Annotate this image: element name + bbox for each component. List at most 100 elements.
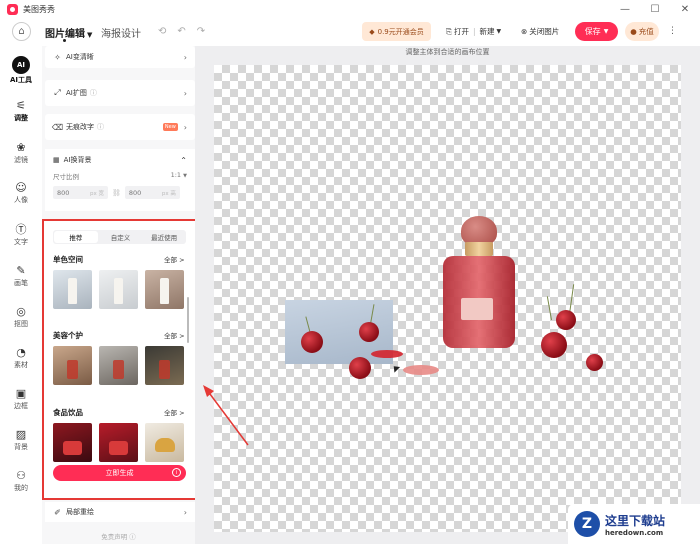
category-title: 食品饮品 <box>53 408 83 417</box>
tab-recent[interactable]: 最近使用 <box>142 230 186 244</box>
ai-clarity-card[interactable]: ✧ AI变清晰 › <box>45 46 195 68</box>
template-thumb[interactable] <box>99 423 138 462</box>
recharge-button[interactable]: ● 充值 <box>625 22 659 41</box>
border-icon: ▣ <box>15 386 27 400</box>
left-panel: ✧ AI变清晰 › ⤢ AI扩图 ⓘ › ⌫ 无痕改字 ⓘ New › ▦ AI… <box>42 46 197 544</box>
rail-item-text[interactable]: Ⓣ 文字 <box>0 222 42 247</box>
home-button[interactable]: ⌂ <box>12 22 31 41</box>
redo-icon[interactable]: ↷ <box>197 26 205 37</box>
rail-item-mine[interactable]: ⚇ 我的 <box>0 468 42 493</box>
canvas-area: 调整主体到合适的画布位置 <box>195 46 700 544</box>
help-icon: ⓘ <box>129 533 136 541</box>
template-thumb[interactable] <box>53 346 92 385</box>
open-file-icon: ⎘ <box>446 26 452 36</box>
close-image-button[interactable]: ⊗ 关闭图片 <box>521 26 559 37</box>
coin-icon: ● <box>630 27 637 36</box>
perfume-label <box>461 298 493 320</box>
vip-label: 0.9元开通会员 <box>377 27 424 36</box>
cherry-image <box>301 331 323 353</box>
size-ratio-value: 1:1 <box>170 171 182 179</box>
cherry-image <box>541 332 567 358</box>
home-icon: ⌂ <box>18 26 25 37</box>
tab-poster-design[interactable]: 海报设计 <box>101 25 141 40</box>
thumb-row <box>53 346 184 385</box>
close-image-label: 关闭图片 <box>529 27 560 36</box>
ai-expand-card[interactable]: ⤢ AI扩图 ⓘ › <box>45 80 195 106</box>
help-icon[interactable]: ⓘ <box>90 88 97 98</box>
template-thumb[interactable] <box>99 270 138 309</box>
filter-icon: ❀ <box>16 140 26 154</box>
remove-text-card[interactable]: ⌫ 无痕改字 ⓘ New › <box>45 114 195 140</box>
ai-clarity-label: AI变清晰 <box>66 53 94 61</box>
history-icon[interactable]: ⟲ <box>158 26 166 37</box>
save-button[interactable]: 保存 ▼ <box>575 22 618 41</box>
tab-custom[interactable]: 自定义 <box>99 230 143 244</box>
category-all-link[interactable]: 全部 > <box>164 254 185 264</box>
rail-item-background[interactable]: ▨ 背景 <box>0 427 42 452</box>
local-redraw-label: 局部重绘 <box>66 508 94 516</box>
maximize-button[interactable]: ☐ <box>640 0 670 18</box>
ai-background-header[interactable]: ▦ AI换背景 ⌃ <box>45 149 195 171</box>
template-thumb[interactable] <box>145 423 184 462</box>
canvas-hint: 调整主体到合适的画布位置 <box>405 48 490 56</box>
rail-item-filter[interactable]: ❀ 滤镜 <box>0 140 42 165</box>
height-input[interactable]: 800 px 高 <box>124 186 180 199</box>
new-label[interactable]: 新建 <box>480 26 495 37</box>
close-button[interactable]: ✕ <box>670 0 700 18</box>
rail-item-border[interactable]: ▣ 边框 <box>0 386 42 411</box>
top-toolbar: ⌂ 图片编辑 ▼ 海报设计 ⟲ ↶ ↷ ◆ 0.9元开通会员 ⎘ 打开 | 新建 … <box>0 18 700 46</box>
size-ratio-row[interactable]: 尺寸比例 1:1 ▼ <box>45 171 195 181</box>
more-icon[interactable]: ⋮ <box>668 26 677 36</box>
sparkle-icon: ✧ <box>54 52 61 62</box>
undo-icon[interactable]: ↶ <box>177 26 185 37</box>
chevron-right-icon: › <box>183 122 187 132</box>
thumb-row <box>53 423 184 462</box>
rail-item-cutout[interactable]: ◎ 抠图 <box>0 304 42 329</box>
rail-item-portrait[interactable]: ☺ 人像 <box>0 180 42 205</box>
generate-label: 立即生成 <box>105 469 134 477</box>
watermark-logo: Z <box>574 511 600 537</box>
category-all-link[interactable]: 全部 > <box>164 330 185 340</box>
cherry-image <box>359 322 379 342</box>
minimize-button[interactable]: — <box>610 0 640 18</box>
info-icon[interactable]: i <box>172 468 181 477</box>
template-thumb[interactable] <box>53 270 92 309</box>
window-controls: — ☐ ✕ <box>610 0 700 18</box>
rail-item-brush[interactable]: ✎ 画笔 <box>0 263 42 288</box>
cherry-image <box>556 310 576 330</box>
generate-button[interactable]: 立即生成 i <box>53 465 186 481</box>
template-thumb[interactable] <box>53 423 92 462</box>
link-icon[interactable]: ⛓ <box>112 189 121 197</box>
thumb-row <box>53 270 184 309</box>
local-redraw-card[interactable]: ✐ 局部重绘 › <box>45 502 195 522</box>
width-input[interactable]: 800 px 宽 <box>53 186 108 199</box>
template-tabs: 推荐 自定义 最近使用 <box>53 230 186 244</box>
template-thumb[interactable] <box>145 270 184 309</box>
category-all-link[interactable]: 全部 > <box>164 407 185 417</box>
rail-item-ai-tools[interactable]: AI AI工具 <box>0 56 42 85</box>
gallery-scrollbar[interactable] <box>187 297 189 343</box>
tab-recommended[interactable]: 推荐 <box>54 231 98 243</box>
size-ratio-label: 尺寸比例 <box>53 173 79 181</box>
template-thumb[interactable] <box>145 346 184 385</box>
vip-button[interactable]: ◆ 0.9元开通会员 <box>362 22 431 41</box>
tab-image-edit[interactable]: 图片编辑 ▼ <box>45 25 92 42</box>
open-button[interactable]: ⎘ 打开 | 新建 ▼ <box>446 26 501 37</box>
chevron-right-icon: › <box>183 52 187 62</box>
chevron-down-icon: ▼ <box>603 28 609 35</box>
help-icon[interactable]: ⓘ <box>97 122 104 132</box>
portrait-icon: ☺ <box>15 180 27 194</box>
user-icon: ⚇ <box>16 468 26 482</box>
remove-text-label: 无痕改字 <box>66 123 94 131</box>
disclaimer-link[interactable]: 免责声明 ⓘ <box>42 531 195 541</box>
background-template-gallery: 推荐 自定义 最近使用 单色空间 全部 > 美容个护 全部 > 食品饮品 全部 … <box>42 219 197 500</box>
new-badge: New <box>162 123 178 131</box>
rail-item-material[interactable]: ◔ 素材 <box>0 345 42 370</box>
chevron-down-icon: ▼ <box>496 28 502 35</box>
material-icon: ◔ <box>16 345 26 359</box>
rail-item-adjust[interactable]: ⚟ 调整 <box>0 98 42 123</box>
template-thumb[interactable] <box>99 346 138 385</box>
app-logo-icon <box>7 3 18 15</box>
chevron-right-icon: › <box>183 507 187 517</box>
brush-icon: ✎ <box>16 263 26 277</box>
